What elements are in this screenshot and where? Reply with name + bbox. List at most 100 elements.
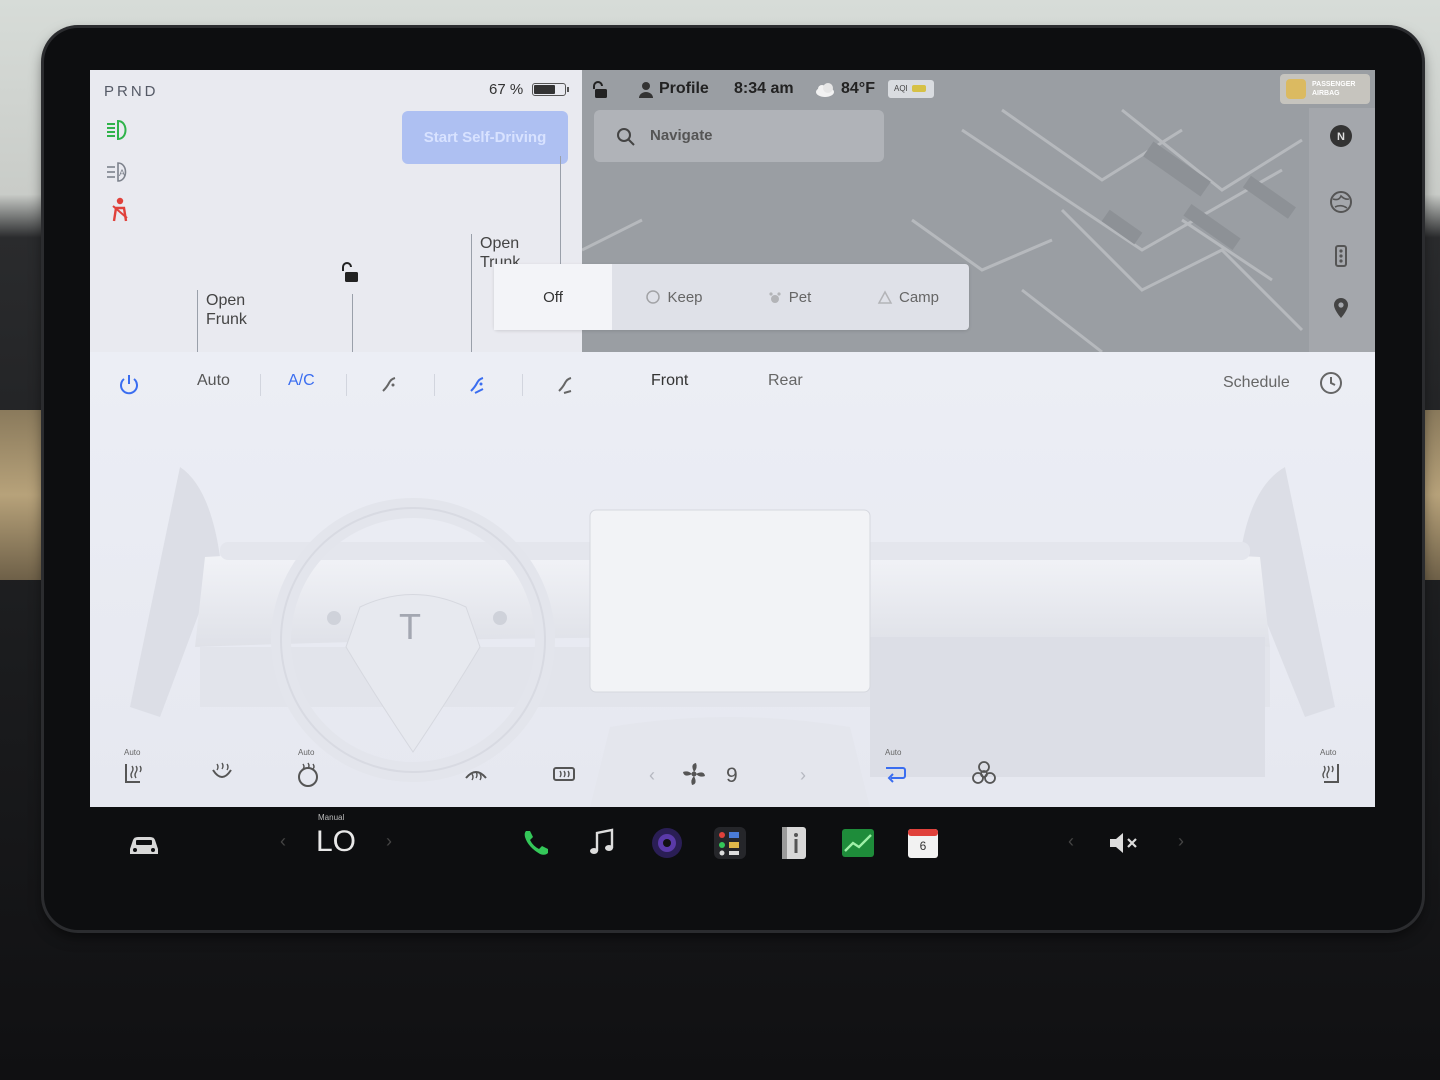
svg-text:T: T	[399, 606, 421, 647]
divider	[560, 156, 561, 266]
outside-temperature: 84°F	[841, 80, 875, 97]
schedule-button[interactable]: Schedule	[1223, 374, 1290, 392]
cabin-illustration: T	[130, 467, 1335, 807]
volume-increase-chevron-icon[interactable]: ›	[1178, 831, 1184, 852]
recirculation-auto-label: Auto	[885, 748, 902, 757]
volume-muted-icon[interactable]	[1106, 825, 1142, 861]
search-icon	[617, 128, 635, 146]
seat-heat-right-auto-label: Auto	[1320, 748, 1337, 757]
seatbelt-warning-icon	[112, 197, 128, 222]
profile-label[interactable]: Profile	[659, 80, 709, 98]
navigate-placeholder: Navigate	[650, 127, 713, 144]
seat-heater-right-icon[interactable]	[1316, 760, 1344, 788]
climate-panel: Auto A/C Front Rear Schedule T Auto Auto…	[90, 352, 1375, 807]
aqi-label: AQI	[894, 84, 908, 93]
separator	[434, 374, 435, 396]
unlock-icon[interactable]	[340, 262, 362, 284]
temperature-mode: Manual	[318, 813, 345, 822]
climate-keep-mode-selector: Off Keep Pet Camp	[494, 264, 969, 330]
calendar-day: 6	[919, 839, 927, 853]
lock-status-icon[interactable]	[592, 81, 610, 99]
auto-climate-button[interactable]: Auto	[197, 372, 230, 390]
separator	[260, 374, 261, 396]
camera-icon[interactable]	[649, 825, 685, 861]
clock: 8:34 am	[734, 80, 794, 97]
temp-increase-chevron-icon[interactable]: ›	[386, 831, 392, 852]
mode-camp-label: Camp	[898, 288, 939, 306]
mode-pet-button[interactable]: Pet	[744, 264, 834, 330]
passenger-airbag-indicator: PASSENGER AIRBAG	[1280, 74, 1370, 104]
airflow-face-icon[interactable]	[377, 373, 401, 397]
seat-heater-left-icon[interactable]	[120, 760, 148, 788]
fan-icon	[646, 290, 661, 304]
music-note-icon[interactable]	[584, 825, 620, 861]
profile-icon[interactable]	[638, 81, 654, 99]
mode-keep-label: Keep	[667, 288, 703, 306]
front-defrost-icon[interactable]	[462, 760, 490, 788]
compass-north-icon[interactable]: N	[1329, 124, 1353, 148]
battery-percent: 67 %	[489, 81, 524, 98]
mode-off-button[interactable]: Off	[494, 264, 612, 330]
fan-speed-icon	[683, 763, 705, 785]
traffic-light-icon[interactable]	[1329, 244, 1353, 268]
lock-divider	[352, 294, 353, 352]
paw-icon	[769, 292, 781, 303]
navigate-search-box[interactable]: Navigate	[594, 110, 884, 162]
clock-icon[interactable]	[1319, 371, 1343, 395]
fan-increase-chevron-icon[interactable]: ›	[800, 765, 806, 786]
rear-defrost-icon[interactable]	[550, 760, 578, 788]
manual-info-icon[interactable]	[776, 825, 812, 861]
volume-decrease-chevron-icon[interactable]: ‹	[1068, 831, 1074, 852]
start-self-driving-button[interactable]: Start Self-Driving	[402, 111, 568, 164]
fan-decrease-chevron-icon[interactable]: ‹	[649, 765, 655, 786]
fan-speed-value: 9	[726, 764, 738, 787]
trunk-divider	[471, 234, 472, 352]
airbag-icon	[1286, 79, 1306, 99]
aqi-badge: AQI	[888, 80, 934, 98]
top-status-bar: Profile 8:34 am 84°F AQI PASSENGER AIRBA…	[582, 70, 1370, 108]
taskbar: ‹ Manual LO › 6 ‹ ›	[90, 807, 1375, 879]
power-icon[interactable]	[117, 373, 141, 397]
airflow-face-feet-icon[interactable]	[465, 373, 489, 397]
front-zone-tab[interactable]: Front	[651, 372, 688, 390]
separator	[346, 374, 347, 396]
touchscreen: PRND 67 % A Start Self-Driving Open Trun…	[90, 70, 1375, 807]
recirculation-icon[interactable]	[881, 760, 909, 788]
cloudy-weather-icon	[816, 83, 834, 97]
mode-keep-button[interactable]: Keep	[624, 264, 724, 330]
globe-icon[interactable]	[1329, 190, 1353, 214]
seat-cooling-icon[interactable]	[208, 760, 236, 788]
ac-button[interactable]: A/C	[288, 372, 315, 390]
airflow-feet-icon[interactable]	[553, 373, 577, 397]
mode-camp-button[interactable]: Camp	[858, 264, 958, 330]
car-icon[interactable]	[126, 827, 162, 863]
frunk-label-line1: Open	[206, 292, 246, 309]
steering-heat-auto-label: Auto	[298, 748, 315, 757]
open-frunk-button[interactable]: Open Frunk	[206, 291, 247, 329]
cabin-temperature[interactable]: LO	[316, 825, 356, 859]
mode-pet-label: Pet	[788, 288, 812, 306]
headlight-icon	[107, 119, 127, 141]
aqi-level-indicator	[911, 85, 926, 93]
bioweapon-defense-icon[interactable]	[970, 760, 998, 788]
airbag-line2: AIRBAG	[1312, 90, 1340, 97]
energy-graph-icon[interactable]	[840, 825, 876, 861]
rear-zone-tab[interactable]: Rear	[768, 372, 803, 390]
svg-text:A: A	[119, 168, 125, 178]
tent-icon	[877, 290, 893, 304]
battery-icon	[532, 83, 569, 96]
svg-text:N: N	[1337, 131, 1345, 143]
battery-fill	[534, 85, 556, 94]
airbag-line1: PASSENGER	[1312, 81, 1356, 88]
mode-off-label: Off	[543, 288, 563, 306]
toybox-icon[interactable]	[712, 825, 748, 861]
seat-heat-left-auto-label: Auto	[124, 748, 141, 757]
temp-decrease-chevron-icon[interactable]: ‹	[280, 831, 286, 852]
phone-icon[interactable]	[518, 825, 554, 861]
location-pin-icon[interactable]	[1329, 296, 1353, 320]
auto-highbeam-icon: A	[107, 162, 127, 182]
steering-wheel-heat-icon[interactable]	[294, 760, 322, 788]
separator	[522, 374, 523, 396]
map-controls: N	[1309, 108, 1375, 352]
frunk-label-line2: Frunk	[206, 311, 247, 328]
